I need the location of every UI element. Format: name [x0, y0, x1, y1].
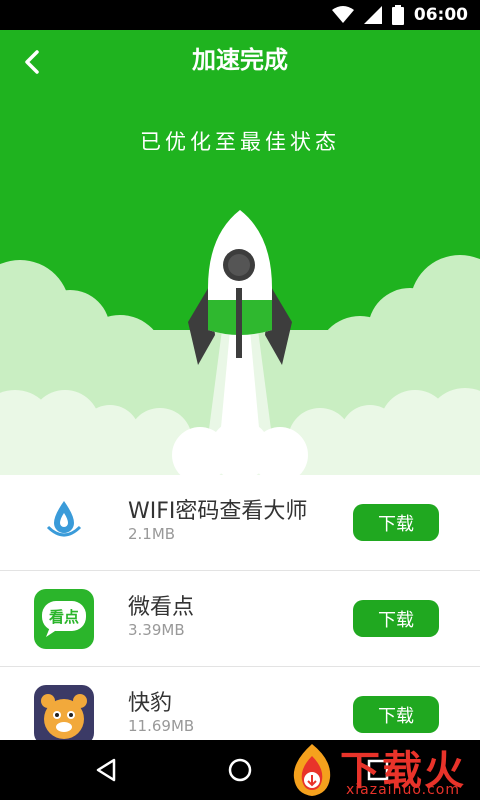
- home-circle-icon: [228, 758, 252, 782]
- status-bar: 06:00: [0, 0, 480, 30]
- list-item[interactable]: 看点 微看点 3.39MB 下载: [0, 571, 480, 667]
- wifi-icon: [331, 6, 354, 24]
- download-button[interactable]: 下载: [353, 696, 439, 733]
- battery-icon: [391, 5, 404, 25]
- watermark-url: xiazaihuo.com: [346, 782, 460, 798]
- hero-banner: 加速完成 已优化至最佳状态: [0, 30, 480, 475]
- leopard-icon: [34, 685, 94, 740]
- download-button[interactable]: 下载: [353, 600, 439, 637]
- app-size: 2.1MB: [128, 525, 176, 543]
- rocket-illustration: [0, 210, 480, 475]
- back-triangle-icon: [96, 758, 116, 782]
- weikandian-icon: 看点: [34, 589, 94, 649]
- list-item[interactable]: WIFI密码查看大师 2.1MB 下载: [0, 475, 480, 571]
- watermark-logo: 下载火 xiazaihuo.com: [282, 738, 480, 800]
- signal-icon: [363, 6, 382, 24]
- nav-home-button[interactable]: [222, 752, 258, 788]
- app-size: 11.69MB: [128, 717, 195, 735]
- download-button[interactable]: 下载: [353, 504, 439, 541]
- app-name: 快豹: [128, 691, 173, 716]
- svg-text:看点: 看点: [49, 608, 79, 626]
- nav-back-button[interactable]: [88, 752, 124, 788]
- optimized-status-text: 已优化至最佳状态: [140, 130, 340, 154]
- app-name: 微看点: [128, 595, 195, 620]
- flame-logo-icon: [293, 744, 331, 796]
- app-name: WIFI密码查看大师: [128, 499, 308, 524]
- recommended-app-list: WIFI密码查看大师 2.1MB 下载 看点 微看点 3.39MB 下载 快豹 …: [0, 475, 480, 740]
- free-wifi-icon: [34, 493, 94, 553]
- status-time: 06:00: [413, 5, 468, 25]
- page-title: 加速完成: [192, 46, 288, 74]
- app-size: 3.39MB: [128, 621, 185, 639]
- list-item[interactable]: 快豹 11.69MB 下载: [0, 667, 480, 740]
